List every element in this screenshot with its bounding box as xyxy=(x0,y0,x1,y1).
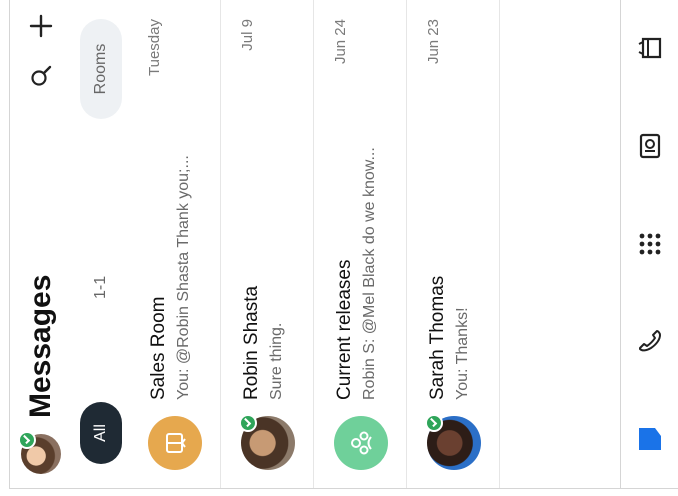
presence-badge xyxy=(425,414,443,432)
presence-badge xyxy=(239,414,257,432)
contact-avatar xyxy=(239,414,295,470)
conversation-date: Jun 24 xyxy=(332,19,349,65)
list-item[interactable]: Robin Shasta Sure thing. Jul 9 xyxy=(221,0,314,488)
conversation-date: Jul 9 xyxy=(239,19,256,51)
tab-rooms-label: Rooms xyxy=(92,43,109,95)
room-icon xyxy=(166,433,186,453)
my-avatar[interactable] xyxy=(18,431,61,474)
header-actions xyxy=(10,13,72,89)
conversation-name: Current releases xyxy=(334,259,355,400)
search-icon[interactable] xyxy=(28,63,54,89)
tab-all[interactable]: All xyxy=(80,402,122,464)
conversation-preview: You: Thanks! xyxy=(454,307,471,400)
list-item[interactable]: Sarah Thomas You: Thanks! Jun 23 xyxy=(407,0,500,488)
list-item[interactable]: Current releases Robin S: @Mel Black do … xyxy=(314,0,407,488)
calls-icon[interactable] xyxy=(635,326,665,356)
calendar-icon[interactable] xyxy=(635,33,665,63)
conversation-name: Sales Room xyxy=(148,296,169,401)
team-avatar xyxy=(334,416,388,470)
conversation-name: Sarah Thomas xyxy=(427,275,448,400)
bottom-nav xyxy=(620,0,678,488)
messages-screen: Messages All 1-1 Rooms Sales Room You: @… xyxy=(10,0,678,488)
list-item[interactable]: Sales Room You: @Robin Shasta Thank you;… xyxy=(128,0,221,488)
header: Messages xyxy=(10,0,72,488)
conversation-date: Tuesday xyxy=(146,19,163,76)
conversation-list: Sales Room You: @Robin Shasta Thank you;… xyxy=(128,0,500,488)
room-avatar xyxy=(148,416,202,470)
conversation-name: Robin Shasta xyxy=(241,285,262,400)
team-icon xyxy=(351,431,372,455)
meetings-icon[interactable] xyxy=(635,131,665,161)
conversation-date: Jun 23 xyxy=(425,19,442,65)
conversation-preview: Sure thing. xyxy=(268,322,285,400)
add-icon[interactable] xyxy=(28,13,54,39)
conversation-preview: Robin S: @Mel Black do we know... xyxy=(361,147,378,400)
contact-avatar xyxy=(425,414,481,470)
page-title: Messages xyxy=(24,274,57,418)
apps-icon[interactable] xyxy=(635,229,665,259)
messages-icon[interactable] xyxy=(635,424,665,454)
app-frame: Messages All 1-1 Rooms Sales Room You: @… xyxy=(9,0,678,489)
tab-rooms[interactable]: Rooms xyxy=(80,19,122,119)
conversation-preview: You: @Robin Shasta Thank you;... xyxy=(175,155,192,400)
presence-badge xyxy=(18,431,36,449)
filter-tabs: All 1-1 Rooms xyxy=(80,19,122,464)
tab-1-1[interactable]: 1-1 xyxy=(92,276,110,299)
